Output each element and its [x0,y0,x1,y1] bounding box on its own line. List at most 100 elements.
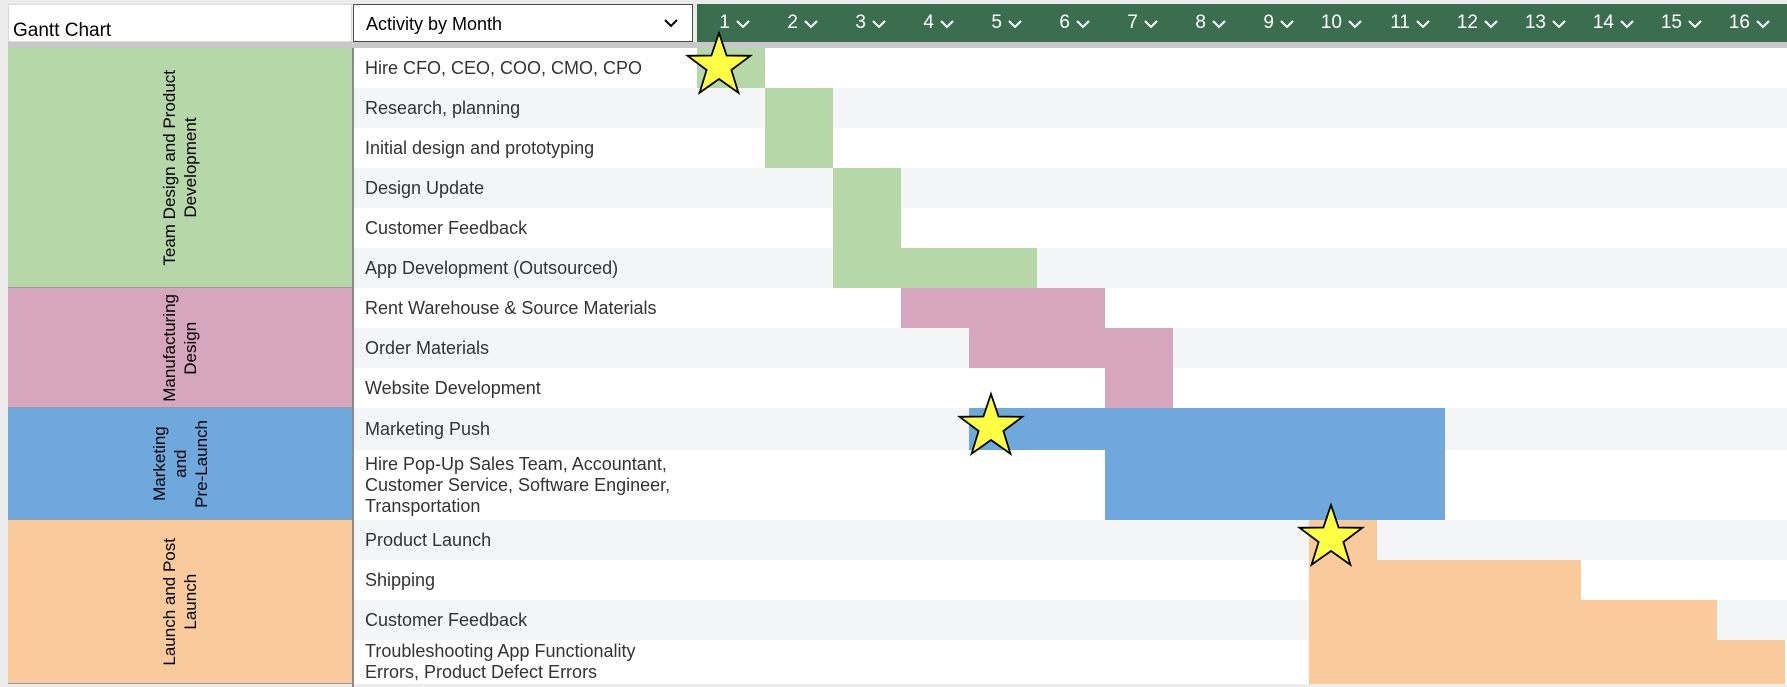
task-cell[interactable]: Shipping [353,560,697,600]
group-label: Team Design and Product Development [160,69,200,266]
gantt-bar [765,88,833,128]
task-name: App Development (Outsourced) [365,257,619,278]
column-divider [352,48,354,687]
chevron-down-icon [1212,20,1226,29]
gantt-bar [697,48,765,88]
task-cell[interactable]: Product Launch [353,520,697,560]
group-cell[interactable]: Team Design and Product Development [8,48,352,288]
month-header-4[interactable]: 4 [901,4,969,42]
task-cell[interactable]: App Development (Outsourced) [353,248,697,288]
task-name: Customer Feedback [365,609,528,630]
chevron-down-icon [736,20,750,29]
month-header-7[interactable]: 7 [1105,4,1173,42]
task-cell[interactable]: Website Development [353,368,697,408]
month-header-6[interactable]: 6 [1037,4,1105,42]
month-header-11[interactable]: 11 [1377,4,1445,42]
task-name: Troubleshooting App Functionality Errors… [365,641,636,682]
group-cell[interactable]: Marketing and Pre-Launch [8,408,352,520]
chevron-down-icon [1280,20,1294,29]
month-header-12[interactable]: 12 [1445,4,1513,42]
gantt-bar [1309,520,1377,560]
chevron-down-icon [1688,20,1702,29]
task-name: Hire Pop-Up Sales Team, Accountant, Cust… [365,453,671,516]
timeline-row [697,88,1787,128]
month-header-9[interactable]: 9 [1241,4,1309,42]
view-selector-dropdown[interactable]: Activity by Month [353,4,693,42]
timeline-row [697,560,1787,600]
month-number: 6 [1059,12,1070,33]
month-header-13[interactable]: 13 [1513,4,1581,42]
month-number: 5 [991,12,1002,33]
month-number: 2 [787,12,798,33]
task-cell[interactable]: Customer Feedback [353,600,697,640]
month-number: 4 [923,12,934,33]
gantt-bar [765,128,833,168]
gantt-bar [969,408,1445,450]
gantt-bar [1105,450,1445,520]
month-number: 13 [1524,12,1546,33]
chevron-down-icon [1756,20,1770,29]
chevron-down-icon [1008,20,1022,29]
group-label: Marketing and Pre-Launch [149,419,211,508]
chevron-down-icon [1348,20,1362,29]
task-cell[interactable]: Design Update [353,168,697,208]
month-number: 11 [1390,12,1410,33]
month-header-14[interactable]: 14 [1581,4,1649,42]
gantt-bar [833,168,901,208]
chevron-down-icon [1552,20,1566,29]
task-name: Shipping [365,569,436,590]
gantt-bar [1105,368,1173,408]
month-header-15[interactable]: 15 [1649,4,1717,42]
gantt-bar [833,208,901,248]
month-header-1[interactable]: 1 [697,4,765,42]
task-name: Design Update [365,177,485,198]
chevron-down-icon [664,19,678,28]
group-cell[interactable]: Launch and Post Launch [8,520,352,684]
month-header-2[interactable]: 2 [765,4,833,42]
sheet-title: Gantt Chart [8,4,352,42]
month-header-5[interactable]: 5 [969,4,1037,42]
chevron-down-icon [1076,20,1090,29]
task-name: Hire CFO, CEO, COO, CMO, CPO [365,57,643,78]
month-number: 15 [1660,12,1682,33]
month-header-3[interactable]: 3 [833,4,901,42]
group-label: Launch and Post Launch [160,537,200,666]
chevron-down-icon [940,20,954,29]
month-header-10[interactable]: 10 [1309,4,1377,42]
group-cell[interactable]: Manufacturing Design [8,288,352,408]
month-number: 9 [1263,12,1274,33]
task-cell[interactable]: Rent Warehouse & Source Materials [353,288,697,328]
task-cell[interactable]: Marketing Push [353,408,697,450]
month-number: 12 [1456,12,1478,33]
chevron-down-icon [804,20,818,29]
chevron-down-icon [1620,20,1634,29]
task-name: Product Launch [365,529,492,550]
task-cell[interactable]: Initial design and prototyping [353,128,697,168]
month-number: 3 [855,12,866,33]
task-cell[interactable]: Hire CFO, CEO, COO, CMO, CPO [353,48,697,88]
timeline-row [697,520,1787,560]
timeline-row [697,328,1787,368]
chevron-down-icon [1484,20,1498,29]
gantt-bar [833,248,1037,288]
gantt-bar [1309,640,1785,684]
group-label: Manufacturing Design [160,293,200,402]
timeline-row [697,128,1787,168]
task-name: Marketing Push [365,418,491,439]
timeline-row [697,368,1787,408]
task-name: Order Materials [365,337,490,358]
task-cell[interactable]: Research, planning [353,88,697,128]
task-cell[interactable]: Hire Pop-Up Sales Team, Accountant, Cust… [353,450,697,520]
timeline-row [697,48,1787,88]
month-number: 8 [1195,12,1206,33]
gantt-bar [901,288,1105,328]
task-cell[interactable]: Troubleshooting App Functionality Errors… [353,640,697,684]
gantt-sheet: Gantt Chart Activity by Month 1234567891… [0,0,1787,687]
task-cell[interactable]: Order Materials [353,328,697,368]
month-header-8[interactable]: 8 [1173,4,1241,42]
month-number: 1 [719,12,730,33]
task-cell[interactable]: Customer Feedback [353,208,697,248]
month-number: 7 [1127,12,1138,33]
month-header-16[interactable]: 16 [1717,4,1785,42]
timeline-row [697,288,1787,328]
